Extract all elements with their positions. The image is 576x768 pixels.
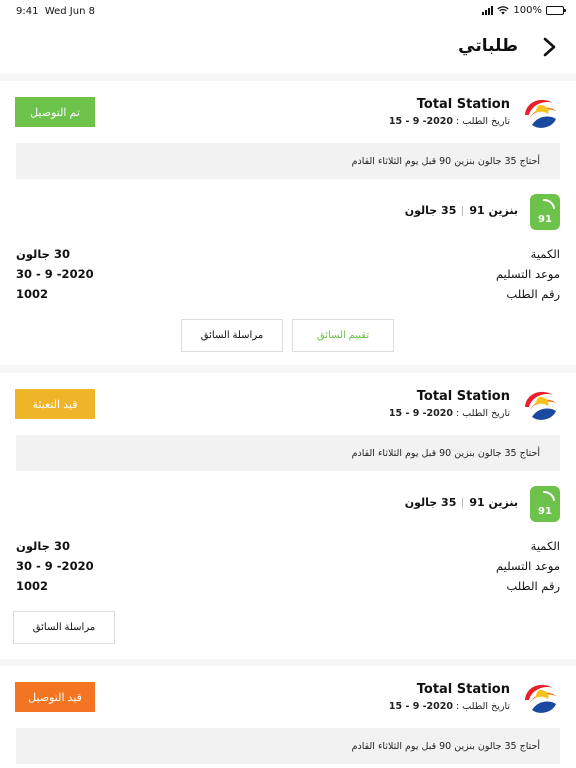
battery-percent: 100% <box>513 5 542 16</box>
message-driver-button[interactable]: مراسلة السائق <box>181 319 283 352</box>
order-number-row: رقم الطلب 1002 <box>16 287 560 301</box>
delivery-date-row: موعد التسليم 30 - 9 -2020 <box>16 559 560 573</box>
total-station-logo <box>523 96 557 130</box>
status-badge-delivered[interactable]: تم التوصيل <box>15 97 95 127</box>
signal-icon <box>482 6 494 15</box>
quantity-value: 30 جالون <box>16 539 70 553</box>
rate-driver-button[interactable]: تقييم السائق <box>292 319 394 352</box>
fuel-amount: 35 جالون <box>404 496 457 509</box>
fuel-91-badge-icon: 91 <box>530 194 560 230</box>
quantity-row: الكمية 30 جالون <box>16 247 560 261</box>
fuel-type: بنزين 91 <box>469 204 518 217</box>
total-station-logo <box>523 388 557 422</box>
delivery-date-value: 30 - 9 -2020 <box>16 267 94 281</box>
divider <box>462 497 464 508</box>
fuel-91-badge-icon: 91 <box>530 486 560 522</box>
chevron-right-icon[interactable] <box>538 36 560 58</box>
message-driver-button[interactable]: مراسلة السائق <box>13 611 115 644</box>
nav-bar: طلباتي <box>0 24 576 74</box>
total-station-logo <box>523 681 557 715</box>
delivery-date-row: موعد التسليم 30 - 9 -2020 <box>16 267 560 281</box>
status-indicators: 100% <box>482 5 566 16</box>
quantity-row: الكمية 30 جالون <box>16 539 560 553</box>
order-number-value: 1002 <box>16 287 49 301</box>
fuel-summary: بنزين 91 35 جالون <box>405 204 518 217</box>
station-name: Total Station <box>416 97 510 112</box>
order-card[interactable]: Total Station تاريخ الطلب : 15 - 9 -2020… <box>0 81 576 365</box>
order-note: أحتاج 35 جالون بنزين 90 قبل يوم الثلاثاء… <box>16 435 560 471</box>
order-number-value: 1002 <box>16 579 49 593</box>
order-date: تاريخ الطلب : 15 - 9 -2020 <box>388 116 510 127</box>
fuel-summary: بنزين 91 35 جالون <box>405 496 518 509</box>
fuel-type: بنزين 91 <box>469 496 518 509</box>
divider <box>462 205 464 216</box>
wifi-icon <box>497 6 510 15</box>
order-date: تاريخ الطلب : 15 - 9 -2020 <box>388 408 510 419</box>
order-note: أحتاج 35 جالون بنزين 90 قبل يوم الثلاثاء… <box>16 728 560 764</box>
quantity-value: 30 جالون <box>16 247 70 261</box>
station-name: Total Station <box>416 682 510 697</box>
status-badge-filling[interactable]: قيد التعبئة <box>15 389 95 419</box>
status-bar: 9:41 Wed Jun 8 100% <box>0 0 576 24</box>
station-name: Total Station <box>416 389 510 404</box>
fuel-amount: 35 جالون <box>404 204 457 217</box>
order-note: أحتاج 35 جالون بنزين 90 قبل يوم الثلاثاء… <box>16 143 560 179</box>
status-badge-delivering[interactable]: قيد التوصيل <box>15 682 95 712</box>
order-date: تاريخ الطلب : 15 - 9 -2020 <box>388 701 510 712</box>
page-title: طلباتي <box>458 36 518 56</box>
battery-icon <box>546 6 566 15</box>
order-number-row: رقم الطلب 1002 <box>16 579 560 593</box>
delivery-date-value: 30 - 9 -2020 <box>16 559 94 573</box>
status-time: 9:41 Wed Jun 8 <box>16 6 95 17</box>
order-card[interactable]: Total Station تاريخ الطلب : 15 - 9 -2020… <box>0 373 576 659</box>
order-card[interactable]: Total Station تاريخ الطلب : 15 - 9 -2020… <box>0 666 576 768</box>
